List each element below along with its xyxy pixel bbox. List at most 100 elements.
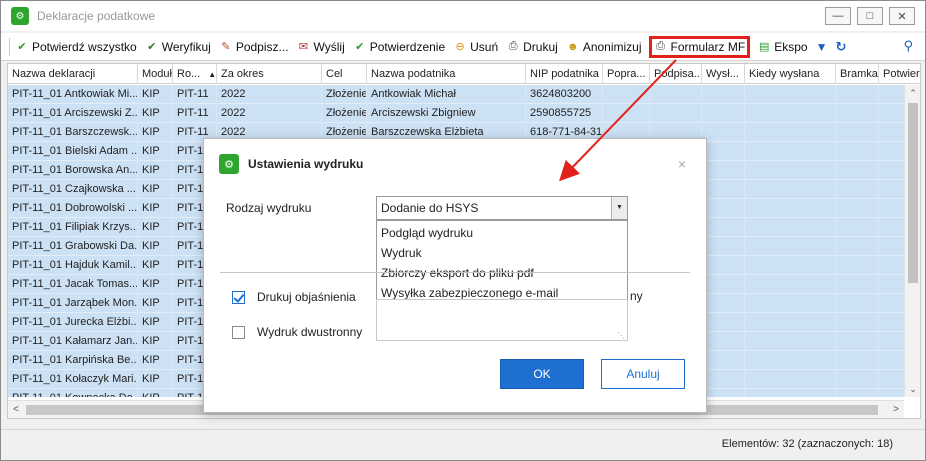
ok-button[interactable]: OK (500, 359, 584, 389)
chevron-down-icon[interactable]: ▼ (611, 197, 627, 219)
column-header-label: Nazwa deklaracji (12, 68, 96, 80)
toolbar-button-3[interactable]: ✉ Wyślij (296, 36, 346, 58)
explanations-checkbox[interactable] (232, 290, 245, 304)
table-cell (745, 370, 836, 389)
print-type-label: Rodzaj wydruku (226, 201, 312, 215)
column-header[interactable]: Moduł (138, 64, 173, 84)
column-header[interactable]: Podpisa... (650, 64, 702, 84)
table-cell: KIP (138, 218, 173, 237)
table-cell: PIT-11_01 Borowska An... (8, 161, 138, 180)
column-header-label: Podpisa... (654, 68, 702, 80)
title-bar: ⚙ Deklaracje podatkowe — □ ✕ (1, 1, 925, 31)
dialog-title: Ustawienia wydruku (248, 157, 364, 171)
explanations-option[interactable]: Drukuj objaśnienia (232, 290, 356, 304)
table-cell: PIT-11_01 Kownacka Da... (8, 389, 138, 397)
toolbar-button-8[interactable]: ⎙ Formularz MF (648, 35, 751, 58)
dropdown-option[interactable]: Podgląd wydruku (377, 223, 627, 243)
table-cell (745, 389, 836, 397)
column-header[interactable]: Nazwa podatnika (367, 64, 526, 84)
column-header[interactable]: Wysł... (702, 64, 745, 84)
table-cell: PIT-11_01 Jurecka Elżbi... (8, 313, 138, 332)
toolbar-button-2[interactable]: ✎ Podpisz... (218, 36, 290, 58)
table-cell: KIP (138, 104, 173, 123)
close-icon[interactable]: × (678, 156, 686, 172)
table-cell: PIT-11_01 Arciszewski Z... (8, 104, 138, 123)
dropdown-option[interactable]: Zbiorczy eksport do pliku pdf (377, 263, 627, 283)
column-header[interactable]: Ro... ▲ (173, 64, 217, 84)
delete-icon: ⊖ (455, 41, 465, 53)
explanations-label: Drukuj objaśnienia (257, 290, 356, 304)
table-cell (836, 237, 879, 256)
table-cell (879, 237, 904, 256)
scroll-down-arrow[interactable]: ⌄ (905, 381, 920, 397)
minimize-button[interactable]: — (825, 7, 851, 25)
toolbar-button-0[interactable]: ✔ Potwierdź wszystko (14, 36, 138, 58)
table-cell: KIP (138, 123, 173, 142)
status-bar: Elementów: 32 (zaznaczonych: 18) (1, 429, 925, 459)
toolbar-button-label: Potwierdź wszystko (32, 39, 137, 54)
resize-grip-icon[interactable]: ⋱ (617, 331, 625, 340)
toolbar-button-5[interactable]: ⊖ Usuń (452, 36, 499, 58)
duplex-checkbox[interactable] (232, 325, 245, 339)
scroll-right-arrow[interactable]: > (888, 401, 904, 418)
table-cell: Arciszewski Zbigniew (367, 104, 526, 123)
table-cell (879, 199, 904, 218)
table-cell (836, 180, 879, 199)
app-icon: ⚙ (11, 7, 29, 25)
table-cell (702, 142, 745, 161)
toolbar-button-6[interactable]: ⎙ Drukuj (505, 36, 559, 58)
maximize-button[interactable]: □ (857, 7, 883, 25)
confirm-all-icon: ✔ (17, 41, 27, 53)
table-cell (836, 142, 879, 161)
vertical-scroll-thumb[interactable] (908, 103, 918, 283)
column-header[interactable]: Kiedy wysłana (745, 64, 836, 84)
scroll-left-arrow[interactable]: < (8, 401, 24, 418)
sort-ascending-icon: ▲ (208, 70, 217, 79)
table-cell (702, 85, 745, 104)
vertical-scrollbar[interactable]: ⌃ ⌄ (904, 85, 920, 397)
filter-icon[interactable]: ▼ (815, 36, 829, 58)
table-row[interactable]: PIT-11_01 Arciszewski Z... KIP PIT-11 2022 Z… (8, 104, 904, 123)
table-cell: PIT-11 (173, 104, 217, 123)
table-cell: 2022 (217, 104, 322, 123)
toolbar-button-9[interactable]: ▤ Ekspo (756, 36, 808, 58)
table-cell: Złożenie (322, 104, 367, 123)
table-cell (879, 294, 904, 313)
scroll-up-arrow[interactable]: ⌃ (905, 85, 920, 101)
table-cell (650, 85, 702, 104)
duplex-option[interactable]: Wydruk dwustronny (232, 325, 362, 339)
table-header: Nazwa deklaracji Moduł Ro... ▲ Za okres Cel Na… (8, 64, 920, 84)
table-cell (650, 104, 702, 123)
toolbar-button-1[interactable]: ✔ Weryfikuj (144, 36, 212, 58)
table-cell: PIT-11_01 Antkowiak Mi... (8, 85, 138, 104)
toolbar-button-label: Potwierdzenie (369, 39, 446, 54)
search-icon[interactable]: ⚲ (903, 38, 913, 54)
column-header-label: Cel (326, 68, 343, 80)
column-header-label: Za okres (221, 68, 264, 80)
cancel-button[interactable]: Anuluj (601, 359, 685, 389)
close-window-button[interactable]: ✕ (889, 7, 915, 25)
duplex-label: Wydruk dwustronny (257, 325, 363, 339)
toolbar-button-7[interactable]: ☻ Anonimizuj (565, 36, 643, 58)
toolbar-button-label: Weryfikuj (161, 39, 211, 54)
refresh-icon[interactable]: ↻ (834, 36, 847, 58)
toolbar-button-label: Drukuj (523, 39, 558, 54)
column-header[interactable]: Popra... (603, 64, 650, 84)
column-header[interactable]: Potwier (879, 64, 920, 84)
comment-field[interactable]: ⋱ (376, 299, 628, 341)
column-header[interactable]: Bramka (836, 64, 879, 84)
print-type-select[interactable]: Dodanie do HSYS ▼ (376, 196, 628, 220)
table-cell (603, 104, 650, 123)
table-row[interactable]: PIT-11_01 Antkowiak Mi... KIP PIT-11 2022 Zł… (8, 85, 904, 104)
send-icon: ✉ (298, 41, 309, 53)
column-header[interactable]: Za okres (217, 64, 322, 84)
column-header[interactable]: Nazwa deklaracji (8, 64, 138, 84)
table-cell (702, 161, 745, 180)
table-cell: PIT-11_01 Bielski Adam ... (8, 142, 138, 161)
status-count: Elementów: 32 (zaznaczonych: 18) (721, 438, 893, 450)
table-cell (836, 161, 879, 180)
column-header[interactable]: Cel (322, 64, 367, 84)
dropdown-option[interactable]: Wydruk (377, 243, 627, 263)
toolbar-button-4[interactable]: ✔ Potwierdzenie (352, 36, 446, 58)
column-header[interactable]: NIP podatnika (526, 64, 603, 84)
